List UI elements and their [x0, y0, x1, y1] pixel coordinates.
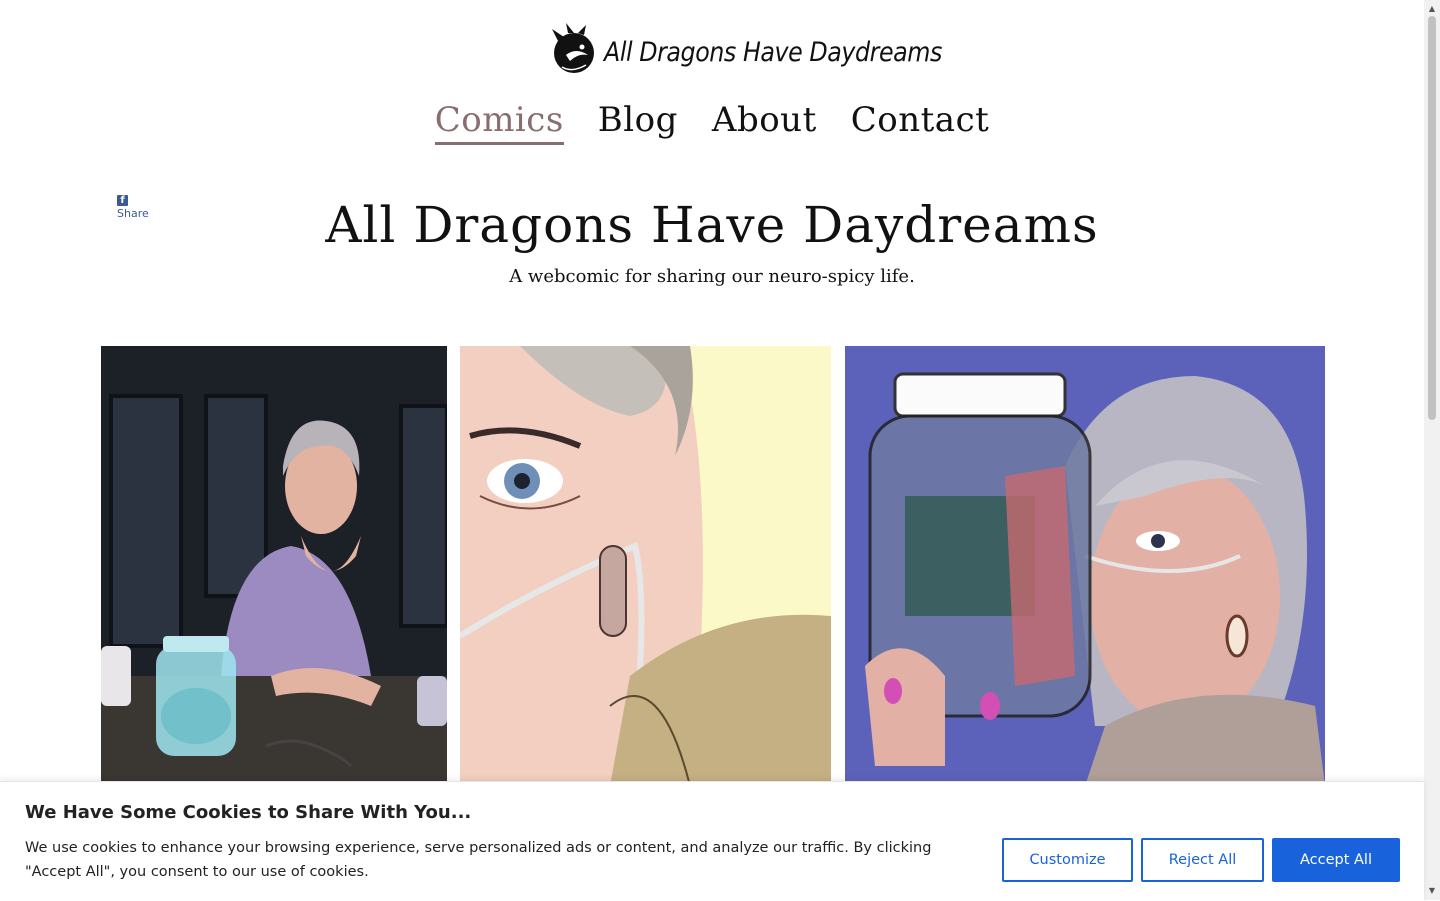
nav-comics[interactable]: Comics	[434, 100, 564, 145]
comic-image-2	[460, 346, 831, 786]
comic-image-1	[101, 346, 447, 786]
page-subtitle: A webcomic for sharing our neuro-spicy l…	[509, 266, 915, 287]
cookie-banner-text: We use cookies to enhance your browsing …	[25, 840, 932, 880]
nav-contact[interactable]: Contact	[851, 100, 990, 145]
reject-all-button[interactable]: Reject All	[1141, 838, 1264, 882]
dragon-icon	[548, 23, 598, 81]
logo-text: All Dragons Have Daydreams	[604, 36, 942, 68]
page-scrollbar[interactable]: ▲ ▼	[1424, 0, 1440, 900]
nav-about[interactable]: About	[712, 100, 817, 145]
cookie-banner-title: We Have Some Cookies to Share With You..…	[25, 802, 472, 823]
accept-all-button[interactable]: Accept All	[1272, 838, 1400, 882]
comic-thumbnail-2[interactable]	[460, 346, 831, 786]
main-nav: Comics Blog About Contact	[0, 100, 1424, 145]
comic-thumbnail-3[interactable]	[845, 346, 1325, 786]
scroll-down-arrow-icon[interactable]: ▼	[1424, 884, 1440, 898]
scroll-up-arrow-icon[interactable]: ▲	[1424, 2, 1440, 16]
site-logo[interactable]: All Dragons Have Daydreams	[548, 23, 988, 81]
customize-button[interactable]: Customize	[1002, 838, 1133, 882]
nav-blog[interactable]: Blog	[598, 100, 678, 145]
comic-thumbnail-1[interactable]	[101, 346, 447, 786]
comic-image-3	[845, 346, 1325, 786]
page-title: All Dragons Have Daydreams	[325, 196, 1099, 254]
scrollbar-thumb[interactable]	[1428, 16, 1436, 420]
cookie-consent-banner: We Have Some Cookies to Share With You..…	[0, 781, 1424, 901]
